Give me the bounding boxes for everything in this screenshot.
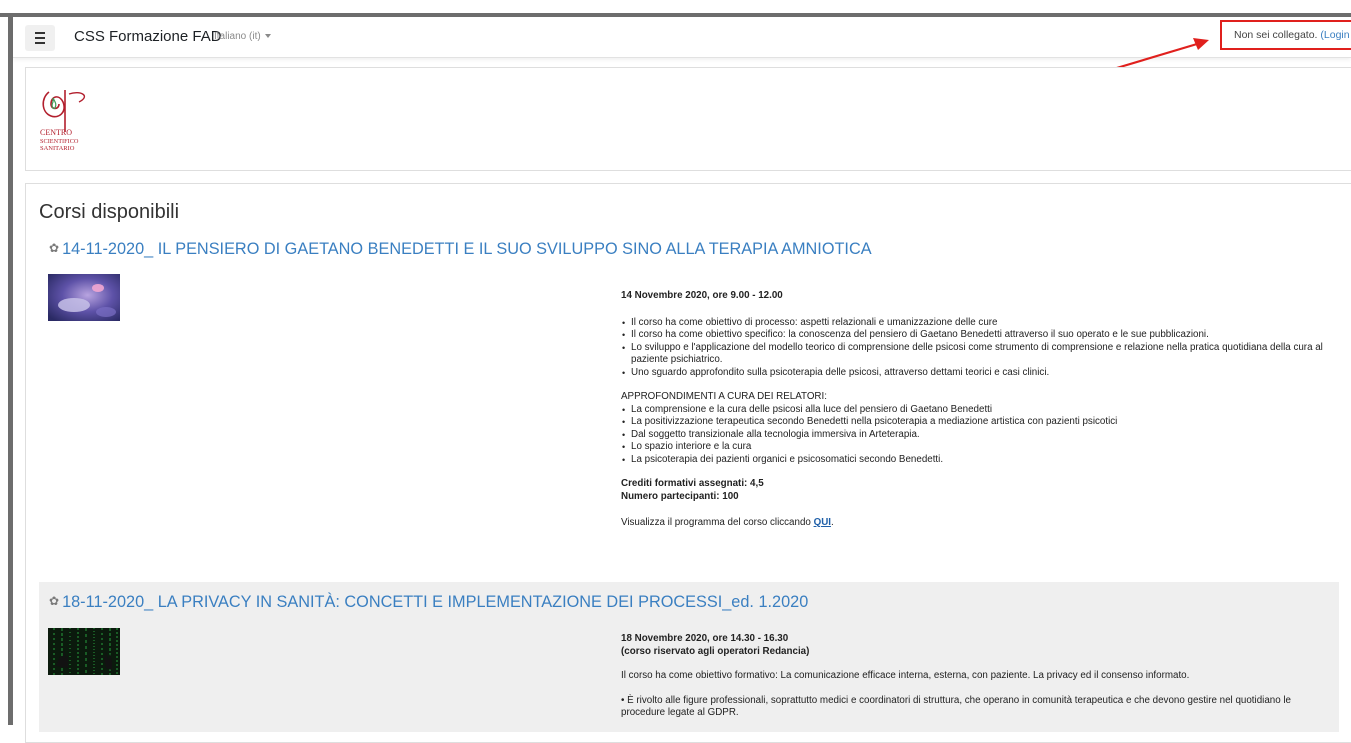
- course-summary: 18 Novembre 2020, ore 14.30 - 16.30 (cor…: [621, 633, 1331, 720]
- course-date: 18 Novembre 2020, ore 14.30 - 16.30: [621, 633, 789, 644]
- program-suffix: .: [831, 517, 834, 528]
- list-item: Dal soggetto transizionale alla tecnolog…: [622, 429, 1331, 442]
- course-note: (corso riservato agli operatori Redancia…: [621, 645, 810, 657]
- course-title-text: 14-11-2020_ IL PENSIERO DI GAETANO BENED…: [62, 240, 872, 258]
- course-thumbnail[interactable]: [48, 274, 120, 321]
- course-date: 14 Novembre 2020, ore 9.00 - 12.00: [621, 290, 783, 301]
- course-topics-list: La comprensione e la cura delle psicosi …: [621, 404, 1331, 467]
- section-title: Corsi disponibili: [39, 201, 180, 223]
- course-item: ✿ 18-11-2020_ LA PRIVACY IN SANITÀ: CONCE…: [39, 582, 1339, 732]
- list-item: Lo spazio interiore e la cura: [622, 441, 1331, 454]
- logo-line-3: SANITARIO: [40, 145, 75, 152]
- list-item: Uno sguardo approfondito sulla psicotera…: [622, 367, 1331, 380]
- list-item: Lo sviluppo e l'applicazione del modello…: [622, 342, 1331, 367]
- page-header: CENTRO SCIENTIFICO SANITARIO: [25, 67, 1351, 171]
- course-objectives-list: Il corso ha come obiettivo di processo: …: [621, 317, 1331, 380]
- hamburger-menu-button[interactable]: [25, 25, 55, 51]
- logo-line-2: SCIENTIFICO: [40, 138, 79, 145]
- language-menu[interactable]: Italiano (it): [214, 31, 271, 42]
- course-subheading: APPROFONDIMENTI A CURA DEI RELATORI:: [621, 391, 827, 402]
- course-cog-icon: ✿: [49, 594, 60, 608]
- course-objective: Il corso ha come obiettivo formativo: La…: [621, 670, 1190, 681]
- course-title-link[interactable]: ✿ 18-11-2020_ LA PRIVACY IN SANITÀ: CONCE…: [49, 593, 808, 612]
- window-left-border: [8, 13, 13, 725]
- logo-line-1: CENTRO: [40, 128, 72, 137]
- program-text: Visualizza il programma del corso clicca…: [621, 517, 814, 528]
- hamburger-icon: [35, 32, 45, 34]
- course-cog-icon: ✿: [49, 241, 60, 255]
- course-summary: 14 Novembre 2020, ore 9.00 - 12.00 Il co…: [621, 290, 1331, 530]
- course-item: ✿ 14-11-2020_ IL PENSIERO DI GAETANO BENE…: [39, 232, 1339, 578]
- login-link[interactable]: (Login: [1320, 29, 1349, 41]
- list-item: La positivizzazione terapeutica secondo …: [622, 416, 1331, 429]
- course-credits: Crediti formativi assegnati: 4,5: [621, 478, 764, 489]
- course-title-link[interactable]: ✿ 14-11-2020_ IL PENSIERO DI GAETANO BENE…: [49, 240, 872, 259]
- window-top-margin: [0, 0, 1351, 13]
- course-title-text: 18-11-2020_ LA PRIVACY IN SANITÀ: CONCET…: [62, 593, 809, 611]
- course-audience: • È rivolto alle figure professionali, s…: [621, 694, 1292, 719]
- list-item: Il corso ha come obiettivo specifico: la…: [622, 329, 1331, 342]
- language-label: Italiano (it): [214, 31, 261, 42]
- login-status-text: Non sei collegato.: [1234, 29, 1318, 41]
- list-item: La psicoterapia dei pazienti organici e …: [622, 454, 1331, 467]
- site-name-link[interactable]: CSS Formazione FAD: [74, 28, 222, 45]
- list-item: Il corso ha come obiettivo di processo: …: [622, 317, 1331, 330]
- caret-down-icon: [264, 34, 271, 39]
- course-program-line: Visualizza il programma del corso clicca…: [621, 517, 1331, 530]
- program-link[interactable]: QUI: [814, 517, 831, 528]
- course-participants: Numero partecipanti: 100: [621, 490, 739, 502]
- list-item: La comprensione e la cura delle psicosi …: [622, 404, 1331, 417]
- login-info: Non sei collegato. (Login: [1220, 20, 1351, 50]
- course-thumbnail[interactable]: [48, 628, 120, 675]
- site-logo[interactable]: CENTRO SCIENTIFICO SANITARIO: [39, 88, 97, 154]
